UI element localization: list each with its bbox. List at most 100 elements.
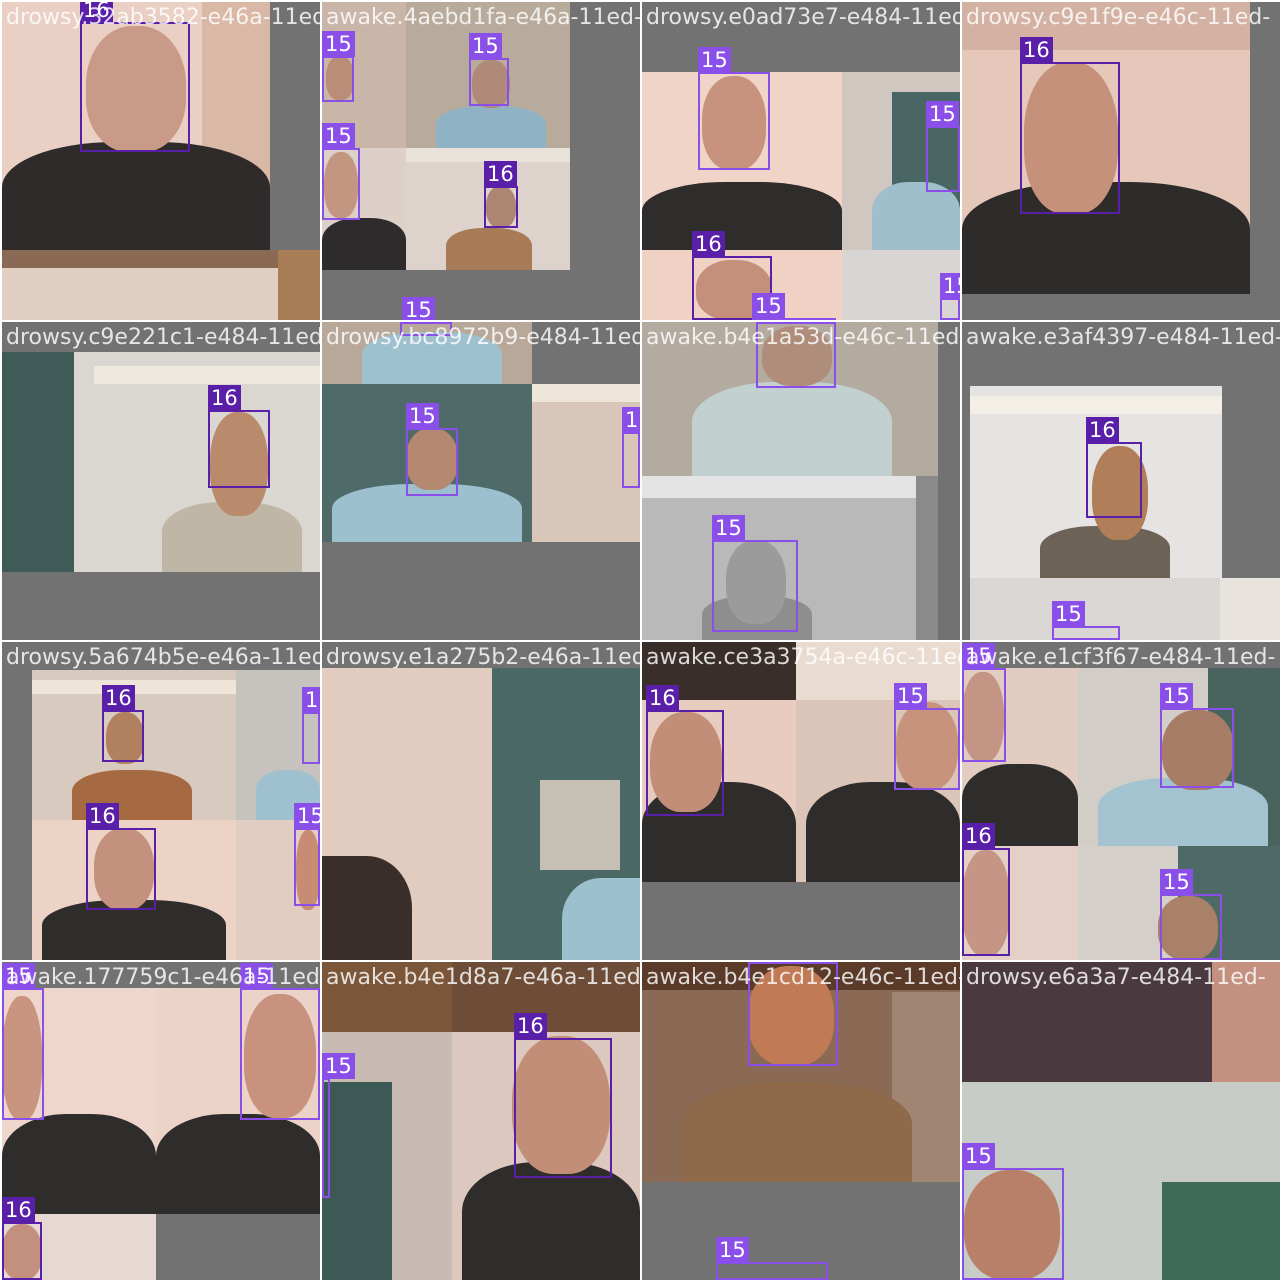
- bounding-box: 15: [962, 1143, 1064, 1280]
- bounding-box: 16: [208, 385, 270, 488]
- class-label: 15: [1160, 869, 1193, 895]
- class-label: 15: [748, 962, 781, 963]
- class-label: 15: [2, 963, 35, 989]
- class-label: 15: [712, 515, 745, 541]
- bounding-box: 16: [80, 2, 190, 152]
- class-label: 15: [302, 687, 320, 713]
- mosaic-tile: 15 15 15 16 15 awake.4aebd1fa-e46a-11ed-: [322, 2, 640, 320]
- class-label: 15: [962, 643, 995, 669]
- bounding-box: 15: [322, 1053, 355, 1198]
- mosaic-tile: 16 drowsy.32ab3582-e46a-11ed-: [2, 2, 320, 320]
- bounding-box: 15: [1160, 683, 1234, 788]
- bounding-box: 15: [322, 31, 355, 102]
- mosaic-tile: 16 15 awake.e3af4397-e484-11ed-: [962, 322, 1280, 640]
- class-label: 16: [102, 685, 135, 711]
- bounding-box: 15: [294, 803, 320, 906]
- class-label: 16: [1020, 37, 1053, 63]
- class-label: 15: [716, 1237, 749, 1263]
- bounding-box: 15: [400, 322, 452, 336]
- photo: [2, 250, 320, 320]
- class-label: 15: [622, 407, 640, 433]
- mosaic-tile: 15 15 16 15 15 drowsy.e0ad73e7-e484-11ed…: [642, 2, 960, 320]
- class-label: 16: [86, 803, 119, 829]
- mosaic-tile: 15 15 15 drowsy.bc8972b9-e484-11ed-: [322, 322, 640, 640]
- bounding-box: 15: [322, 123, 360, 220]
- class-label: 15: [894, 683, 927, 709]
- bounding-box: 15: [240, 963, 320, 1120]
- bounding-box: 15: [712, 515, 798, 632]
- class-label: 15: [240, 963, 273, 989]
- photo: [322, 668, 640, 960]
- bounding-box: 15: [406, 403, 458, 496]
- bounding-box: 16: [962, 823, 1010, 956]
- bounding-box: 16: [2, 1197, 42, 1280]
- class-label: 16: [962, 823, 995, 849]
- mosaic-tile: 15 15 16 15 awake.e1cf3f67-e484-11ed-: [962, 642, 1280, 960]
- class-label: 15: [402, 297, 435, 320]
- bounding-box: 15: [698, 47, 770, 170]
- bounding-box: 16: [1086, 417, 1142, 518]
- mosaic-tile: 15 drowsy.e6a3a7-e484-11ed-: [962, 962, 1280, 1280]
- class-label: 16: [80, 2, 113, 23]
- photo: [322, 962, 452, 1280]
- class-label: 16: [484, 161, 517, 187]
- class-label: 16: [692, 231, 725, 257]
- bounding-box: 15: [622, 407, 640, 488]
- tile-filename: drowsy.5a674b5e-e46a-11ed-: [6, 645, 320, 670]
- bounding-box: 15: [752, 293, 836, 320]
- bounding-box: 15: [926, 101, 960, 192]
- class-label: 16: [208, 385, 241, 411]
- mosaic-tile: 16 15 16 15 drowsy.5a674b5e-e46a-11ed-: [2, 642, 320, 960]
- bounding-box: 15: [748, 962, 838, 1066]
- bounding-box: 15: [716, 1237, 828, 1280]
- mosaic-tile: drowsy.e1a275b2-e46a-11ed-: [322, 642, 640, 960]
- class-label: 16: [514, 1013, 547, 1039]
- class-label: 15: [400, 322, 433, 323]
- class-label: 15: [1160, 683, 1193, 709]
- bounding-box: 16: [102, 685, 144, 762]
- bounding-box: 15: [1160, 869, 1222, 960]
- bounding-box: 15: [962, 643, 1006, 762]
- bounding-box: 15: [940, 273, 960, 320]
- mosaic-tile: 15 15 16 awake.177759c1-e46a-11ed-: [2, 962, 320, 1280]
- photo: [970, 578, 1280, 640]
- bounding-box: 15: [469, 33, 509, 106]
- mosaic-tile: 15 15 awake.b4e1a53d-e46c-11ed-: [642, 322, 960, 640]
- class-label: 15: [926, 101, 959, 127]
- mosaic-tile: 16 15 awake.ce3a3754a-e46c-11ed-: [642, 642, 960, 960]
- bounding-box: 15: [894, 683, 960, 790]
- class-label: 15: [962, 1143, 995, 1169]
- class-label: 16: [646, 685, 679, 711]
- tile-filename: drowsy.c9e221c1-e484-11ed-: [6, 325, 320, 350]
- mosaic-tile: 15 16 awake.b4e1d8a7-e46a-11ed-: [322, 962, 640, 1280]
- class-label: 15: [752, 293, 785, 319]
- bounding-box: 15: [1052, 601, 1120, 640]
- bounding-box: 16: [86, 803, 156, 910]
- class-label: 15: [1052, 601, 1085, 627]
- bounding-box: 16: [646, 685, 724, 816]
- mosaic-tile: 16 drowsy.c9e221c1-e484-11ed-: [2, 322, 320, 640]
- class-label: 15: [756, 322, 789, 323]
- class-label: 15: [322, 123, 355, 149]
- class-label: 16: [1086, 417, 1119, 443]
- class-label: 15: [698, 47, 731, 73]
- class-label: 15: [469, 33, 502, 59]
- class-label: 15: [322, 1053, 355, 1079]
- class-label: 15: [294, 803, 320, 829]
- mosaic-tile: 16 drowsy.c9e1f9e-e46c-11ed-: [962, 2, 1280, 320]
- bounding-box: 16: [514, 1013, 612, 1178]
- bounding-box: 15: [302, 687, 320, 764]
- mosaic-grid: 16 drowsy.32ab3582-e46a-11ed- 15 15 15 1…: [0, 0, 1280, 1280]
- class-label: 15: [406, 403, 439, 429]
- bounding-box: 16: [484, 161, 518, 228]
- tile-filename: awake.e3af4397-e484-11ed-: [966, 325, 1280, 350]
- tile-filename: drowsy.e0ad73e7-e484-11ed-: [646, 5, 960, 30]
- photo: [2, 352, 320, 572]
- bounding-box: 16: [1020, 37, 1120, 214]
- bounding-box: 15: [756, 322, 836, 388]
- class-label: 15: [940, 273, 960, 299]
- mosaic-tile: 15 15 awake.b4e1cd12-e46c-11ed-: [642, 962, 960, 1280]
- class-label: 15: [322, 31, 355, 57]
- bounding-box: 15: [2, 963, 44, 1120]
- class-label: 16: [2, 1197, 35, 1223]
